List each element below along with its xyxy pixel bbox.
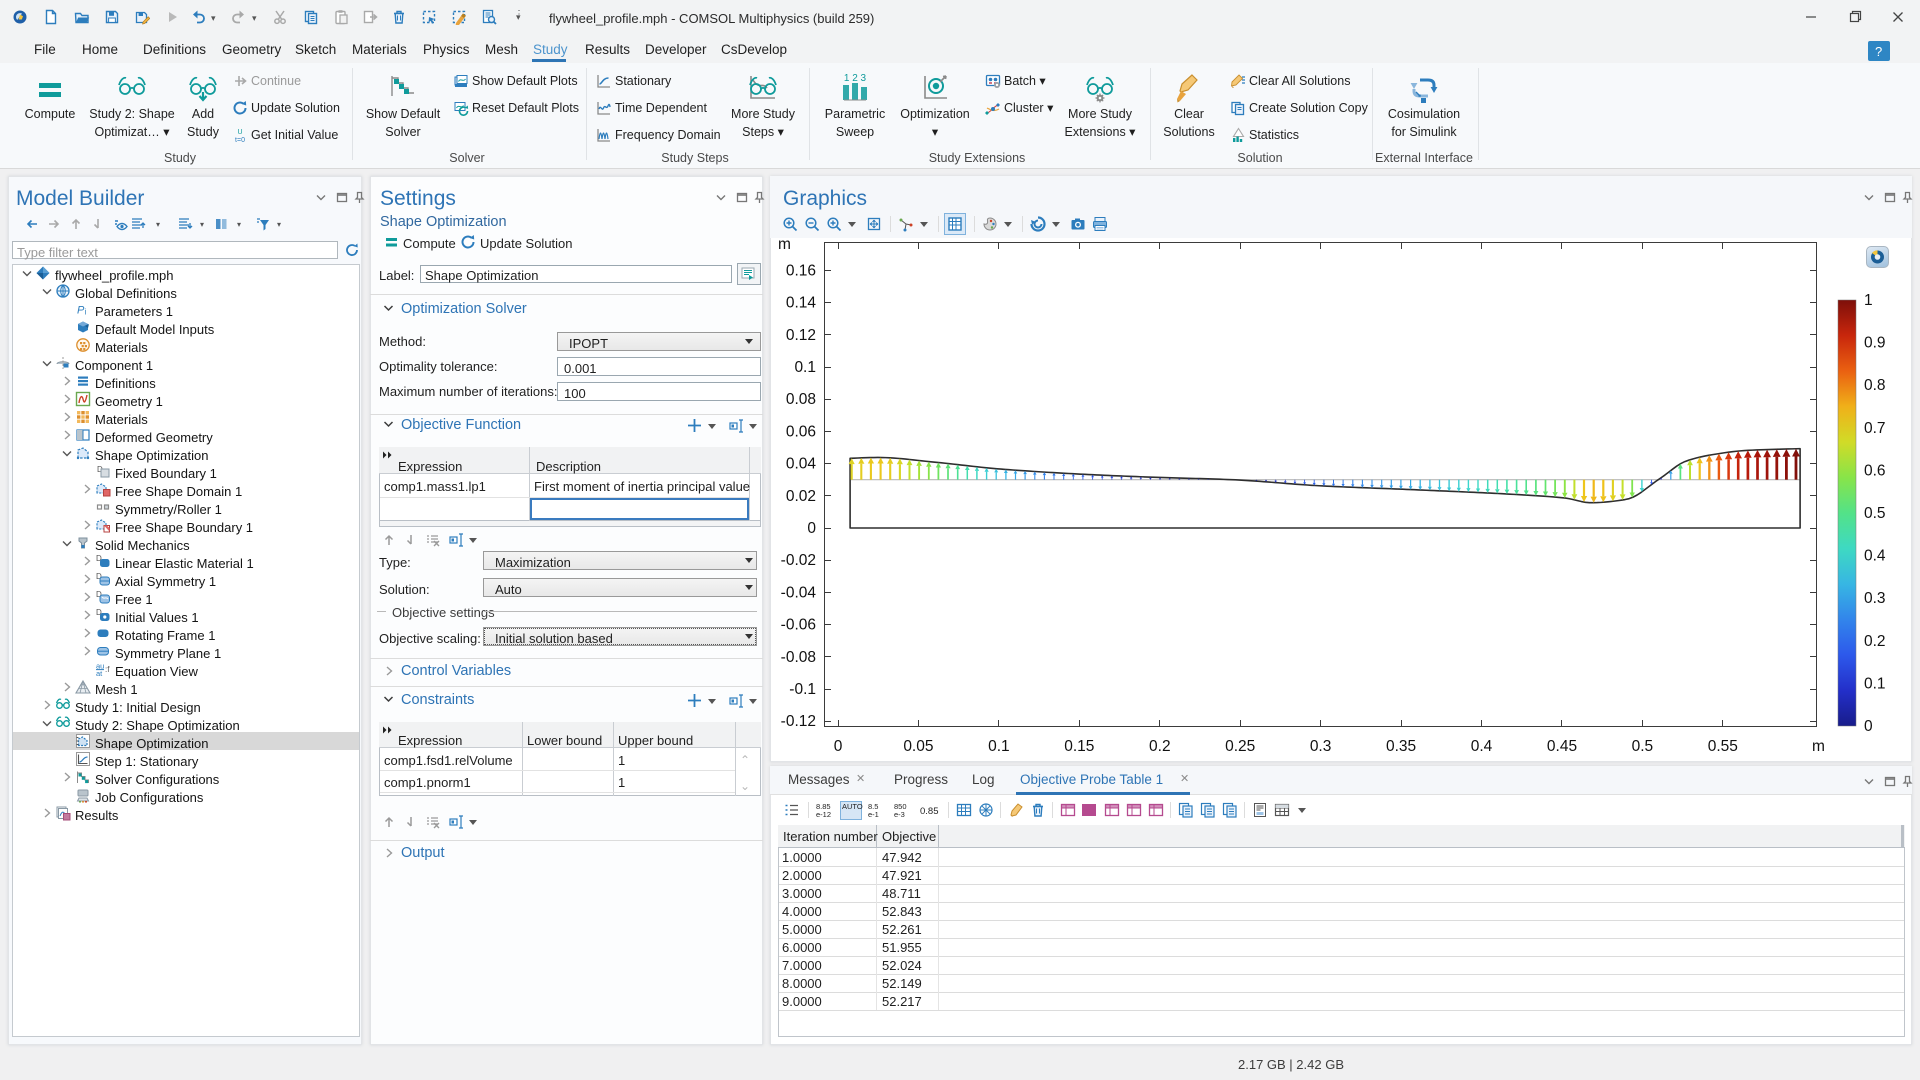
svg-text:-0.12: -0.12	[781, 713, 816, 730]
svg-text:-0.02: -0.02	[781, 552, 816, 569]
svg-text:0.3: 0.3	[1864, 590, 1886, 607]
svg-text:m: m	[778, 236, 791, 253]
svg-text:0.2: 0.2	[1864, 633, 1886, 650]
svg-text:t=0: t=0	[235, 137, 245, 143]
svg-text:-0.1: -0.1	[789, 681, 816, 698]
svg-text:0.1: 0.1	[794, 359, 816, 376]
svg-text:at: at	[96, 669, 103, 677]
svg-text:m: m	[1812, 738, 1825, 755]
svg-text:0.45: 0.45	[1547, 738, 1577, 755]
svg-text:0.06: 0.06	[786, 423, 816, 440]
svg-text:0.25: 0.25	[1225, 738, 1255, 755]
svg-text:0.4: 0.4	[1864, 548, 1886, 565]
svg-text:-0.06: -0.06	[781, 617, 816, 634]
svg-text:0: 0	[834, 738, 843, 755]
svg-text:0.35: 0.35	[1386, 738, 1416, 755]
svg-text:0: 0	[807, 520, 816, 537]
svg-text:0.1: 0.1	[1864, 675, 1886, 692]
svg-text:0.02: 0.02	[786, 488, 816, 505]
svg-text:0.7: 0.7	[1864, 420, 1886, 437]
svg-text:1 2 3: 1 2 3	[844, 73, 867, 84]
svg-text:0.14: 0.14	[786, 295, 817, 312]
svg-text:0.8: 0.8	[1864, 377, 1886, 394]
svg-text:U: U	[237, 129, 242, 136]
svg-text:0.5: 0.5	[1632, 738, 1654, 755]
svg-text:0.6: 0.6	[1864, 462, 1886, 479]
svg-text:-0.04: -0.04	[781, 584, 817, 601]
svg-text:0.05: 0.05	[903, 738, 933, 755]
svg-text:0.4: 0.4	[1471, 738, 1493, 755]
svg-text:0.15: 0.15	[1064, 738, 1094, 755]
svg-text:-0.08: -0.08	[781, 649, 816, 666]
svg-text:0.08: 0.08	[786, 391, 816, 408]
svg-text:0.16: 0.16	[786, 262, 816, 279]
svg-text:0.04: 0.04	[786, 456, 817, 473]
svg-text:0.2: 0.2	[1149, 738, 1171, 755]
svg-text:1: 1	[1864, 292, 1873, 309]
svg-text:0.12: 0.12	[786, 327, 816, 344]
svg-text:0.3: 0.3	[1310, 738, 1332, 755]
svg-text:0.55: 0.55	[1708, 738, 1738, 755]
svg-text::f: :f	[105, 665, 110, 674]
svg-text:i: i	[85, 308, 87, 317]
svg-text:0.5: 0.5	[1864, 505, 1886, 522]
svg-text:0.1: 0.1	[988, 738, 1010, 755]
svg-text:0: 0	[1864, 718, 1873, 735]
svg-text:0.9: 0.9	[1864, 335, 1886, 352]
